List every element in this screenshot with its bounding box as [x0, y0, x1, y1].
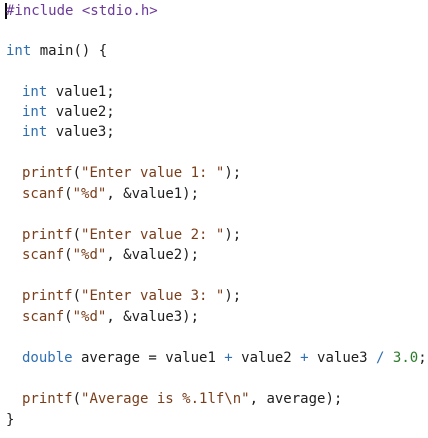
function-name: scanf — [22, 186, 65, 202]
code-line-printf-average[interactable]: printf("Average is %.1lf\n", average); — [22, 389, 342, 409]
paren: ( — [64, 247, 73, 263]
paren: ( — [72, 391, 82, 407]
code-line-decl-value1[interactable]: int value1; — [22, 82, 115, 102]
paren: ( — [72, 227, 82, 243]
main-signature: main() { — [31, 43, 108, 59]
arguments: , average); — [249, 391, 343, 407]
string-literal: "Enter value 1: " — [81, 165, 225, 181]
operator: + — [224, 350, 233, 366]
operator: + — [300, 350, 309, 366]
close-brace: } — [6, 412, 15, 428]
code-editor[interactable]: #include <stdio.h> int main() { int valu… — [0, 0, 428, 438]
include-header: <stdio.h> — [73, 3, 158, 19]
arguments: , &value1); — [106, 186, 200, 202]
function-name: scanf — [22, 247, 65, 263]
paren: ( — [72, 288, 82, 304]
type-keyword: int — [22, 84, 48, 100]
function-name: printf — [22, 165, 73, 181]
declaration: value1; — [47, 84, 115, 100]
include-directive: #include — [6, 3, 74, 19]
arguments: , &value2); — [106, 247, 200, 263]
code-line-printf-2[interactable]: printf("Enter value 2: "); — [22, 225, 241, 245]
code-line-decl-value3[interactable]: int value3; — [22, 122, 115, 142]
code-line-main[interactable]: int main() { — [6, 41, 107, 61]
expression-part: value2 — [232, 350, 301, 366]
code-line-include[interactable]: #include <stdio.h> — [6, 1, 158, 21]
expression-part: average = value1 — [72, 350, 225, 366]
type-keyword: int — [6, 43, 32, 59]
semicolon: ; — [418, 350, 427, 366]
code-line-average[interactable]: double average = value1 + value2 + value… — [22, 348, 427, 368]
string-literal: "%d" — [72, 186, 107, 202]
expression-part: value3 — [308, 350, 377, 366]
paren-close: ); — [224, 165, 242, 181]
declaration: value2; — [47, 104, 115, 120]
type-keyword: int — [22, 124, 48, 140]
type-keyword: double — [22, 350, 73, 366]
string-literal: "Enter value 3: " — [81, 288, 225, 304]
type-keyword: int — [22, 104, 48, 120]
code-line-printf-3[interactable]: printf("Enter value 3: "); — [22, 286, 241, 306]
function-name: printf — [22, 391, 73, 407]
function-name: printf — [22, 288, 73, 304]
code-line-close-brace[interactable]: } — [6, 410, 14, 430]
paren-close: ); — [224, 288, 242, 304]
string-literal: "%d" — [72, 247, 107, 263]
code-line-scanf-3[interactable]: scanf("%d", &value3); — [22, 307, 199, 327]
code-line-decl-value2[interactable]: int value2; — [22, 102, 115, 122]
code-line-printf-1[interactable]: printf("Enter value 1: "); — [22, 163, 241, 183]
paren-close: ); — [224, 227, 242, 243]
number-literal: 3.0 — [392, 350, 419, 366]
arguments: , &value3); — [106, 309, 200, 325]
paren: ( — [64, 186, 73, 202]
paren: ( — [64, 309, 73, 325]
declaration: value3; — [47, 124, 115, 140]
string-literal: "%d" — [72, 309, 107, 325]
paren: ( — [72, 165, 82, 181]
string-literal: "Average is %.1lf\n" — [81, 391, 250, 407]
function-name: scanf — [22, 309, 65, 325]
string-literal: "Enter value 2: " — [81, 227, 225, 243]
code-line-scanf-1[interactable]: scanf("%d", &value1); — [22, 184, 199, 204]
code-line-scanf-2[interactable]: scanf("%d", &value2); — [22, 245, 199, 265]
function-name: printf — [22, 227, 73, 243]
